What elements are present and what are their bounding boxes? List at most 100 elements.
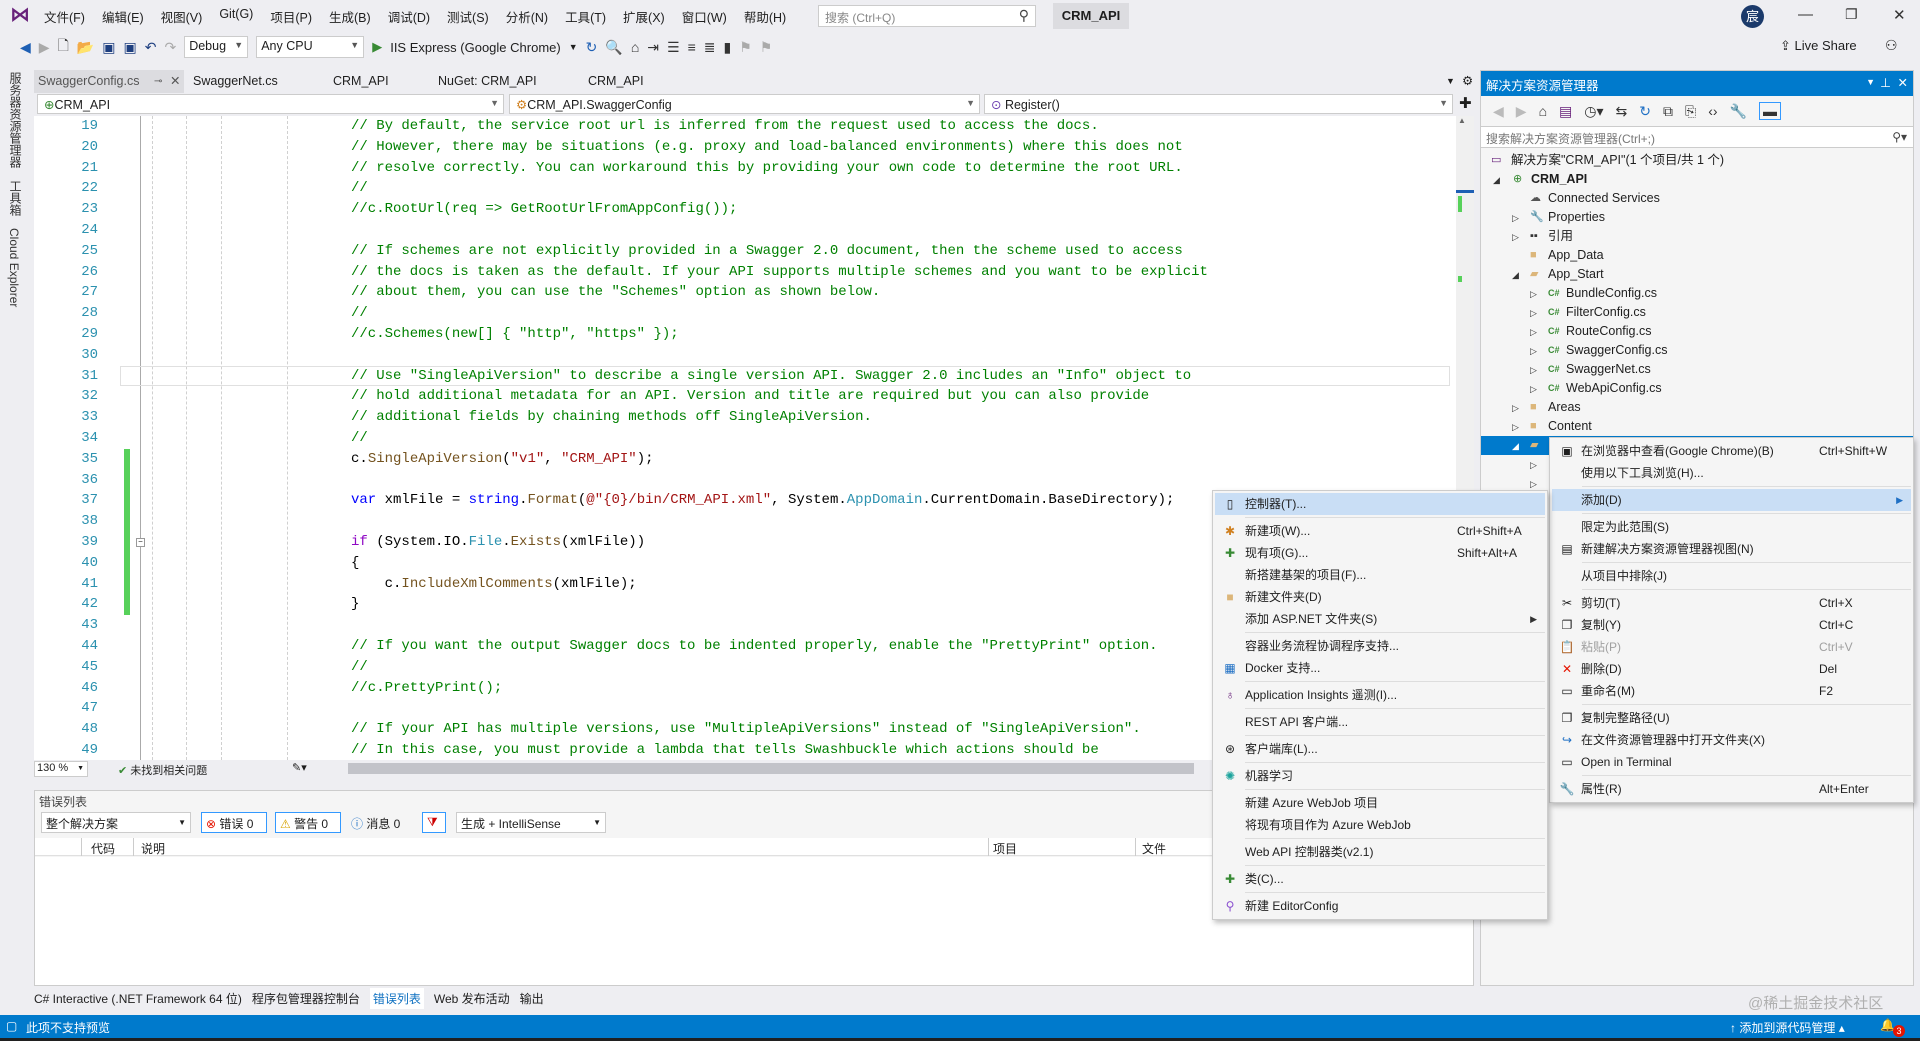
tree-item[interactable]: ☁ Connected Services	[1481, 189, 1913, 208]
menu-5[interactable]: 生成(B)	[329, 7, 371, 26]
collapsed-icon[interactable]: ▷	[1530, 285, 1537, 304]
feedback-icon[interactable]: ⚇	[1885, 37, 1898, 54]
errors-filter-button[interactable]: ⊗ 错误 0	[201, 812, 267, 833]
menu-item[interactable]: ↪ 在文件资源管理器中打开文件夹(X)	[1552, 729, 1911, 751]
close-icon[interactable]: ✕	[1898, 75, 1908, 90]
close-icon[interactable]: ✕	[1893, 6, 1906, 24]
refresh-icon[interactable]: ↻	[586, 39, 598, 56]
menu-item[interactable]: 🔧 属性(R) Alt+Enter	[1552, 778, 1911, 800]
tab-swaggernet[interactable]: SwaggerNet.cs	[193, 70, 278, 93]
menu-item[interactable]: ⚲ 新建 EditorConfig	[1215, 895, 1545, 917]
open-icon[interactable]: 📂	[77, 39, 94, 56]
live-share-button[interactable]: ⇪ Live Share	[1780, 38, 1857, 54]
tree-item[interactable]: ▷ C# WebApiConfig.cs	[1481, 379, 1913, 398]
menu-item[interactable]: 使用以下工具浏览(H)...	[1552, 462, 1911, 484]
menu-8[interactable]: 分析(N)	[506, 7, 548, 26]
source-dropdown[interactable]: 生成 + IntelliSense ▼	[456, 812, 606, 833]
menu-item[interactable]: 添加(D) ▶	[1552, 489, 1911, 511]
menu-item[interactable]: ✕ 删除(D) Del	[1552, 658, 1911, 680]
menu-item[interactable]: ✚ 现有项(G)... Shift+Alt+A	[1215, 542, 1545, 564]
view-code-icon[interactable]: ‹›	[1708, 103, 1717, 119]
menu-item[interactable]: ❐ 复制(Y) Ctrl+C	[1552, 614, 1911, 636]
minimize-icon[interactable]: —	[1798, 6, 1813, 23]
forward-icon[interactable]: ▶	[39, 39, 50, 56]
menu-2[interactable]: 视图(V)	[161, 7, 203, 26]
home-icon[interactable]: ⌂	[1539, 103, 1547, 119]
editor-horizontal-scrollbar[interactable]	[348, 763, 1194, 774]
collapse-all-icon[interactable]: ⧉	[1663, 103, 1673, 120]
pin-icon[interactable]: ⊥	[1880, 75, 1891, 90]
code-cleanup-icon[interactable]: ✎▾	[292, 761, 307, 774]
menu-item[interactable]: ✺ 机器学习	[1215, 765, 1545, 787]
menu-item[interactable]: ▭ 重命名(M) F2	[1552, 680, 1911, 702]
redo-icon[interactable]: ↷	[164, 39, 176, 56]
menu-item[interactable]: ✱ 新建项(W)... Ctrl+Shift+A	[1215, 520, 1545, 542]
collapsed-icon[interactable]: ▷	[1512, 209, 1519, 228]
member-dropdown[interactable]: ⊙ Register() ▼	[984, 94, 1453, 114]
menu-6[interactable]: 调试(D)	[388, 7, 430, 26]
menu-7[interactable]: 测试(S)	[447, 7, 489, 26]
sync-icon[interactable]: ⇆	[1616, 103, 1628, 120]
menu-item[interactable]: ⊛ 客户端库(L)...	[1215, 738, 1545, 760]
menu-item[interactable]: 从项目中排除(J)	[1552, 565, 1911, 587]
tab-error-list[interactable]: 错误列表	[369, 987, 424, 1009]
tab-close-icon[interactable]: ✕	[170, 70, 180, 93]
collapse-icon[interactable]: −	[136, 538, 145, 547]
configuration-dropdown[interactable]: Debug ▼	[184, 36, 249, 58]
toolbox-tab[interactable]: 工具箱	[7, 180, 24, 216]
next-bookmark-icon[interactable]: ⚑	[760, 39, 773, 56]
pin-icon[interactable]: ⊸	[154, 70, 162, 93]
menu-item[interactable]: 容器业务流程协调程序支持...	[1215, 635, 1545, 657]
menu-item[interactable]: ▦ Docker 支持...	[1215, 657, 1545, 679]
menu-item[interactable]: ✚ 类(C)...	[1215, 868, 1545, 890]
collapsed-icon[interactable]: ▷	[1512, 399, 1519, 418]
tree-item[interactable]: ▷ ■ Content	[1481, 417, 1913, 436]
menu-item[interactable]: ✂ 剪切(T) Ctrl+X	[1552, 592, 1911, 614]
menu-0[interactable]: 文件(F)	[44, 7, 85, 26]
tab-web-publish[interactable]: Web 发布活动	[434, 990, 510, 1007]
menu-item[interactable]: ▭ Open in Terminal	[1552, 751, 1911, 773]
warnings-filter-button[interactable]: ⚠ 警告 0	[275, 812, 341, 833]
collapsed-icon[interactable]: ▷	[1530, 304, 1537, 323]
menu-item[interactable]: ❐ 复制完整路径(U)	[1552, 707, 1911, 729]
tree-item[interactable]: ▷ C# FilterConfig.cs	[1481, 303, 1913, 322]
issues-indicator[interactable]: ✔ 未找到相关问题	[118, 762, 207, 778]
expanded-icon[interactable]: ◢	[1512, 266, 1519, 285]
menu-item[interactable]: Web API 控制器类(v2.1)	[1215, 841, 1545, 863]
scope-dropdown[interactable]: 整个解决方案 ▼	[41, 812, 191, 833]
collapsed-icon[interactable]: ▷	[1530, 323, 1537, 342]
menu-item[interactable]: 将现有项目作为 Azure WebJob	[1215, 814, 1545, 836]
menu-10[interactable]: 扩展(X)	[623, 7, 665, 26]
tree-item[interactable]: ▷ C# BundleConfig.cs	[1481, 284, 1913, 303]
expanded-icon[interactable]: ◢	[1512, 437, 1519, 456]
tree-item[interactable]: ▷ 🔧 Properties	[1481, 208, 1913, 227]
zoom-dropdown[interactable]: 130 % ▼	[34, 761, 88, 777]
uncomment-icon[interactable]: ≣	[704, 39, 716, 56]
collapsed-icon[interactable]: ▷	[1530, 380, 1537, 399]
avatar[interactable]: 宸	[1741, 5, 1764, 28]
back-icon[interactable]: ◀	[1493, 103, 1504, 120]
run-target-button[interactable]: IIS Express (Google Chrome)	[390, 40, 561, 55]
messages-filter-button[interactable]: ⓘ 消息 0	[351, 815, 400, 832]
menu-11[interactable]: 窗口(W)	[682, 7, 727, 26]
tree-item[interactable]: ◢ ▰ App_Start	[1481, 265, 1913, 284]
tab-package-manager-console[interactable]: 程序包管理器控制台	[252, 990, 360, 1007]
menu-3[interactable]: Git(G)	[219, 7, 253, 26]
collapsed-icon[interactable]: ▷	[1530, 342, 1537, 361]
preview-icon[interactable]: ▬	[1758, 102, 1781, 120]
source-control-button[interactable]: ↑ 添加到源代码管理 ▴	[1730, 1019, 1845, 1036]
show-all-files-icon[interactable]: ⎘	[1685, 103, 1696, 120]
collapsed-icon[interactable]: ▷	[1530, 361, 1537, 380]
tree-item[interactable]: ■ App_Data	[1481, 246, 1913, 265]
collapsed-icon[interactable]: ▷	[1530, 456, 1537, 475]
menu-item[interactable]: REST API 客户端...	[1215, 711, 1545, 733]
tree-item[interactable]: ▷ ■ Areas	[1481, 398, 1913, 417]
tab-list-dropdown-icon[interactable]: ▼	[1446, 70, 1455, 93]
menu-item[interactable]: ▤ 新建解决方案资源管理器视图(N)	[1552, 538, 1911, 560]
pending-changes-icon[interactable]: ◷▾	[1584, 103, 1603, 120]
tree-item[interactable]: ▷ C# SwaggerConfig.cs	[1481, 341, 1913, 360]
collapsed-icon[interactable]: ▷	[1512, 418, 1519, 437]
expanded-icon[interactable]: ◢	[1493, 171, 1500, 190]
undo-icon[interactable]: ↶	[145, 39, 157, 56]
home-icon[interactable]: ⌂	[631, 39, 639, 55]
